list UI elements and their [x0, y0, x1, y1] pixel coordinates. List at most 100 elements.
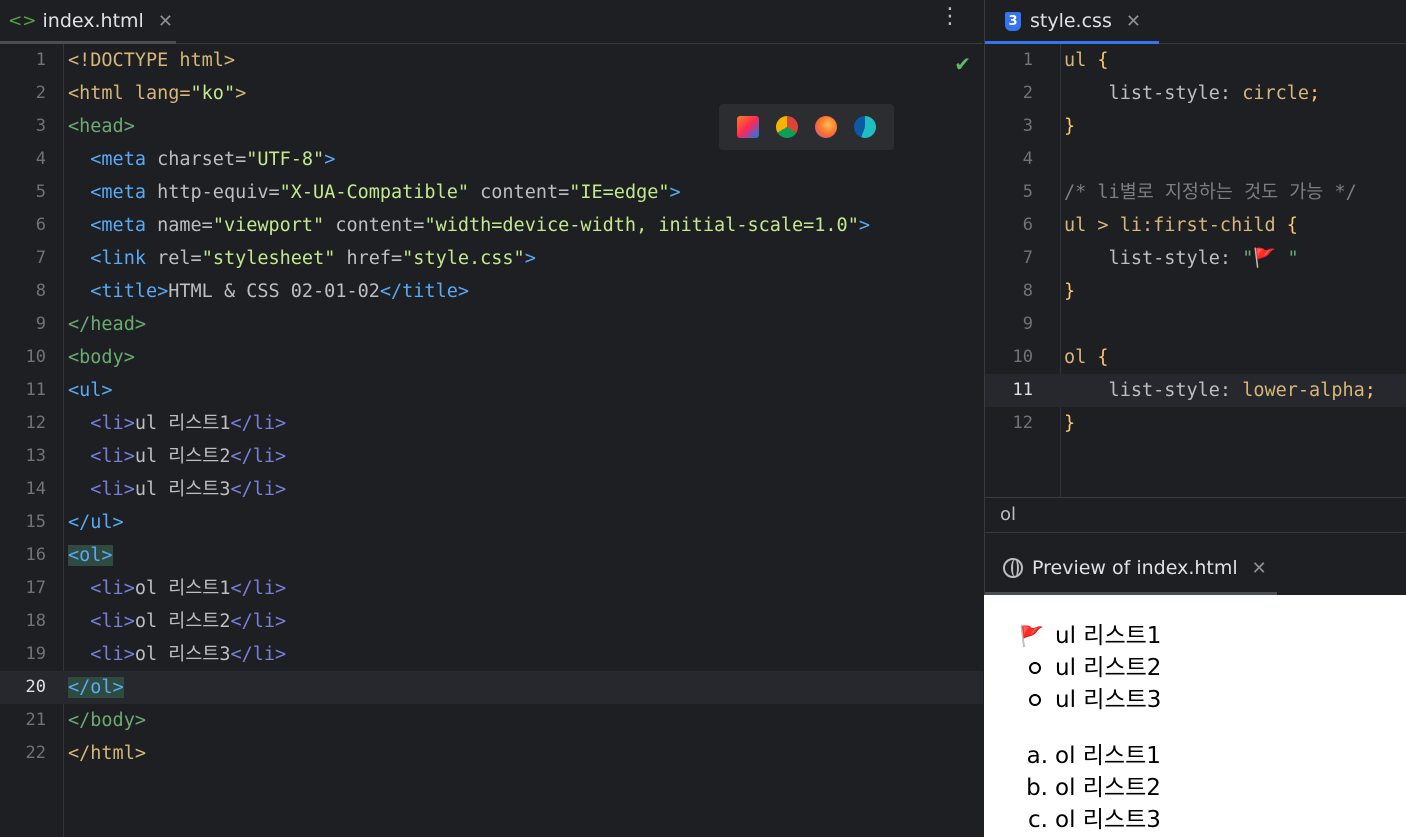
code-line[interactable]: 10 ol {: [985, 341, 1406, 374]
code-line[interactable]: 6 <meta name="viewport" content="width=d…: [0, 209, 983, 242]
line-number: 11: [25, 380, 46, 400]
meta-tag: <meta: [90, 149, 146, 170]
attr-value: "IE=edge": [569, 182, 670, 203]
brace: {: [1086, 50, 1109, 71]
link-tag: <link: [90, 248, 146, 269]
intellij-icon[interactable]: [737, 116, 760, 138]
code-line[interactable]: 2 list-style: circle;: [985, 77, 1406, 110]
code-line[interactable]: 14 <li>ul 리스트3</li>: [0, 473, 983, 506]
line-number: 15: [25, 512, 46, 532]
code-line[interactable]: 8}: [985, 275, 1406, 308]
li-open-tag: <li>: [90, 611, 135, 632]
code-line[interactable]: 13 <li>ul 리스트2</li>: [0, 440, 983, 473]
close-tab-icon[interactable]: ✕: [1252, 558, 1267, 579]
breadcrumb-item[interactable]: ol: [1000, 504, 1016, 525]
line-number: 10: [25, 347, 46, 367]
line-number: 17: [25, 578, 46, 598]
code-line[interactable]: 9 </head>: [0, 308, 983, 341]
li-close-tag: </li>: [230, 611, 287, 632]
ol-tag-highlighted: <ol>: [68, 545, 113, 566]
line-number: 5: [35, 182, 46, 202]
alpha-marker: b.: [1026, 775, 1048, 801]
ol-list-item: ol 리스트3: [1055, 807, 1161, 833]
current-code-line[interactable]: 20 </ol>: [0, 671, 983, 704]
property: list-style:: [1064, 248, 1232, 269]
tag-close: >: [235, 83, 247, 104]
code-line[interactable]: 10 <body>: [0, 341, 983, 374]
attr-name: name=: [145, 215, 213, 236]
property: list-style:: [1064, 380, 1232, 401]
line-number: 12: [1012, 413, 1033, 433]
li-close-tag: </li>: [230, 446, 287, 467]
line-number: 7: [35, 248, 46, 268]
close-tab-icon[interactable]: ✕: [158, 11, 173, 32]
code-line[interactable]: 15 </ul>: [0, 506, 983, 539]
close-tab-icon[interactable]: ✕: [1126, 11, 1141, 32]
tag-close: >: [324, 149, 336, 170]
firefox-icon[interactable]: [814, 116, 837, 138]
code-line[interactable]: 1 <!DOCTYPE html>: [0, 44, 983, 77]
ul-tag: <ul>: [68, 380, 113, 401]
line-number: 21: [25, 710, 46, 730]
code-line[interactable]: 9: [985, 308, 1406, 341]
line-number: 18: [25, 611, 46, 631]
chrome-icon[interactable]: [776, 116, 799, 138]
code-line[interactable]: 17 <li>ol 리스트1</li>: [0, 572, 983, 605]
li-text: ol 리스트3: [134, 644, 231, 665]
ol-close-tag-highlighted: </ol>: [68, 677, 124, 698]
tab-preview[interactable]: Preview of index.html ✕: [1003, 547, 1267, 589]
body-tag: <body>: [68, 347, 135, 368]
tab-label: style.css: [1030, 10, 1112, 32]
comment: /* li별로 지정하는 것도 가능 */: [1064, 182, 1357, 203]
html-code-lines[interactable]: 1 <!DOCTYPE html> 2 <html lang="ko"> 3 <hea…: [0, 44, 983, 770]
code-line[interactable]: 3}: [985, 110, 1406, 143]
code-line[interactable]: 19 <li>ol 리스트3</li>: [0, 638, 983, 671]
tab-index-html[interactable]: <> index.html ✕: [8, 0, 173, 42]
code-line[interactable]: 7 list-style: "🚩 ": [985, 242, 1406, 275]
code-line[interactable]: 12}: [985, 407, 1406, 440]
tag-close: >: [669, 182, 681, 203]
more-options-icon[interactable]: ⋮: [939, 4, 961, 29]
head-tag: <head>: [68, 116, 135, 137]
current-code-line[interactable]: 11 list-style: lower-alpha;: [985, 374, 1406, 407]
breadcrumb[interactable]: ol: [984, 497, 1406, 532]
line-number: 4: [1022, 149, 1033, 169]
code-line[interactable]: 5 /* li별로 지정하는 것도 가능 */: [985, 176, 1406, 209]
line-number: 2: [1022, 83, 1033, 103]
line-number: 16: [25, 545, 46, 565]
edge-icon[interactable]: [853, 116, 876, 138]
code-line[interactable]: 11 <ul>: [0, 374, 983, 407]
code-line[interactable]: 7 <link rel="stylesheet" href="style.css…: [0, 242, 983, 275]
line-number: 8: [1022, 281, 1033, 301]
line-number: 6: [1022, 215, 1033, 235]
line-number: 9: [35, 314, 46, 334]
code-line[interactable]: 16 <ol>: [0, 539, 983, 572]
css-code-lines[interactable]: 1 ul { 2 list-style: circle; 3} 4 5 /* li별…: [985, 44, 1406, 440]
li-text: ul 리스트1: [134, 413, 231, 434]
pseudo-class: :first-child: [1141, 215, 1276, 236]
css-file-icon: 3: [1005, 11, 1021, 31]
code-line[interactable]: 18 <li>ol 리스트2</li>: [0, 605, 983, 638]
tab-style-css[interactable]: 3 style.css ✕: [1005, 0, 1141, 42]
li-open-tag: <li>: [90, 644, 135, 665]
code-line[interactable]: 4: [985, 143, 1406, 176]
attr-value: "viewport": [212, 215, 325, 236]
line-number: 2: [35, 83, 46, 103]
code-line[interactable]: 12 <li>ul 리스트1</li>: [0, 407, 983, 440]
li-open-tag: <li>: [90, 479, 135, 500]
code-line[interactable]: 5 <meta http-equiv="X-UA-Compatible" con…: [0, 176, 983, 209]
code-line[interactable]: 22 </html>: [0, 737, 983, 770]
li-text: ol 리스트1: [134, 578, 231, 599]
html-tag: <html lang=: [68, 83, 191, 104]
attr-name: http-equiv=: [145, 182, 280, 203]
ul-list-item: ul 리스트3: [1055, 687, 1162, 713]
code-line[interactable]: 8 <title>HTML & CSS 02-01-02</title>: [0, 275, 983, 308]
line-number: 20: [25, 677, 46, 697]
code-line[interactable]: 1 ul {: [985, 44, 1406, 77]
attr-name: rel=: [145, 248, 202, 269]
circle-marker: [1029, 694, 1041, 706]
code-line[interactable]: 6 ul > li:first-child {: [985, 209, 1406, 242]
line-number: 9: [1022, 314, 1033, 334]
code-line[interactable]: 21 </body>: [0, 704, 983, 737]
attr-name: content=: [469, 182, 570, 203]
